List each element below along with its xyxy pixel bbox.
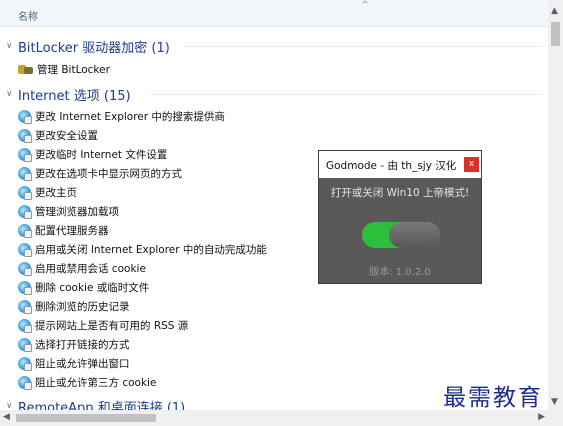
watermark-text: 最需教育 [443,385,543,411]
list-item[interactable]: 更改在选项卡中显示网页的方式 [18,165,182,182]
group-header-internet-options[interactable]: ∨ Internet 选项 (15) [6,85,542,104]
item-label: 管理 BitLocker [37,64,110,76]
internet-options-icon [18,376,32,390]
internet-options-icon [18,167,32,181]
group-divider [150,94,542,95]
internet-options-icon [18,186,32,200]
vertical-scroll-thumb[interactable] [551,22,560,46]
item-label: 更改主页 [35,187,77,199]
group-divider [184,46,542,47]
chevron-down-icon[interactable]: ∨ [6,89,18,99]
list-item[interactable]: 配置代理服务器 [18,222,109,239]
list-item[interactable]: 阻止或允许第三方 cookie [18,374,156,391]
horizontal-scrollbar[interactable]: ◀ ▶ [0,410,548,426]
godmode-dialog: Godmode - 由 th_sjy 汉化 x 打开或关闭 Win10 上帝模式… [319,151,481,283]
item-label: 删除浏览的历史记录 [35,301,130,313]
toggle-knob[interactable] [389,222,440,248]
item-label: 管理浏览器加载项 [35,206,119,218]
internet-options-icon [18,129,32,143]
item-label: 启用或禁用会话 cookie [35,263,146,275]
internet-options-icon [18,205,32,219]
internet-options-icon [18,281,32,295]
list-item[interactable]: 更改安全设置 [18,127,98,144]
internet-options-icon [18,148,32,162]
version-label: 版本: 1.0.2.0 [369,267,431,278]
internet-options-icon [18,338,32,352]
dialog-prompt: 打开或关闭 Win10 上帝模式! [330,187,470,199]
group-label: Internet 选项 (15) [18,88,131,104]
internet-options-icon [18,110,32,124]
internet-options-icon [18,300,32,314]
item-label: 配置代理服务器 [35,225,109,237]
chevron-down-icon[interactable]: ∨ [6,41,18,51]
scrollbar-corner [548,410,563,426]
internet-options-icon [18,243,32,257]
group-label: BitLocker 驱动器加密 (1) [18,40,170,56]
scroll-down-icon[interactable]: ▼ [551,397,558,407]
close-button[interactable]: x [464,157,479,172]
list-item[interactable]: 更改主页 [18,184,77,201]
scroll-left-icon[interactable]: ◀ [3,412,10,422]
item-label: 更改 Internet Explorer 中的搜索提供商 [35,111,225,123]
godmode-toggle[interactable] [362,222,440,248]
bitlocker-keys-icon [18,63,33,76]
list-item[interactable]: 删除浏览的历史记录 [18,298,130,315]
list-item[interactable]: 启用或禁用会话 cookie [18,260,146,277]
list-item[interactable]: 阻止或允许弹出窗口 [18,355,130,372]
list-item[interactable]: 启用或关闭 Internet Explorer 中的自动完成功能 [18,241,267,258]
item-label: 删除 cookie 或临时文件 [35,282,150,294]
item-label: 启用或关闭 Internet Explorer 中的自动完成功能 [35,244,267,256]
list-item[interactable]: 管理浏览器加载项 [18,203,119,220]
group-header-bitlocker[interactable]: ∨ BitLocker 驱动器加密 (1) [6,37,542,56]
item-label: 更改安全设置 [35,130,98,142]
vertical-scrollbar[interactable]: ▲ ▼ [548,0,563,410]
list-item[interactable]: 选择打开链接的方式 [18,336,130,353]
list-item[interactable]: 删除 cookie 或临时文件 [18,279,149,296]
dialog-title: Godmode - 由 th_sjy 汉化 [326,160,457,172]
internet-options-icon [18,319,32,333]
item-label: 阻止或允许第三方 cookie [35,377,157,389]
item-label: 选择打开链接的方式 [35,339,130,351]
scroll-up-icon[interactable]: ▲ [551,6,558,16]
dialog-titlebar[interactable]: Godmode - 由 th_sjy 汉化 x [319,151,481,178]
list-item[interactable]: 提示网站上是否有可用的 RSS 源 [18,317,188,334]
item-label: 更改在选项卡中显示网页的方式 [35,168,182,180]
column-header[interactable]: 名称 ^ [0,0,548,27]
item-label: 提示网站上是否有可用的 RSS 源 [35,320,189,332]
scroll-right-icon[interactable]: ▶ [538,412,545,422]
column-header-name[interactable]: 名称 [18,8,38,23]
internet-options-icon [18,224,32,238]
list-item[interactable]: 管理 BitLocker [18,61,110,78]
internet-options-icon [18,262,32,276]
list-item[interactable]: 更改 Internet Explorer 中的搜索提供商 [18,108,225,125]
item-label: 更改临时 Internet 文件设置 [35,149,168,161]
sort-up-icon: ^ [361,0,370,11]
horizontal-scroll-thumb[interactable] [16,414,156,422]
item-label: 阻止或允许弹出窗口 [35,358,130,370]
list-item[interactable]: 更改临时 Internet 文件设置 [18,146,167,163]
internet-options-icon [18,357,32,371]
